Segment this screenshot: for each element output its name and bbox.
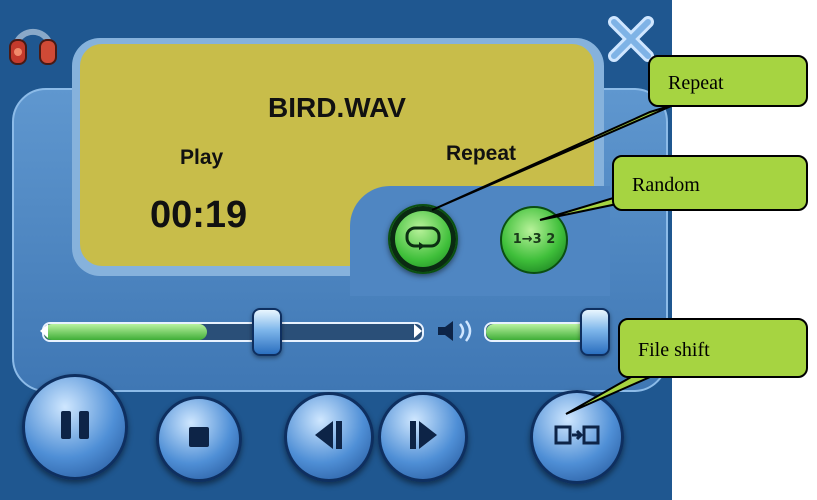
next-track-icon (405, 417, 441, 457)
pause-button[interactable] (22, 374, 128, 480)
seek-knob[interactable] (252, 308, 282, 356)
media-player-window: BIRD.WAV Play Repeat 00:19 1→3 2 (0, 0, 672, 500)
track-filename: BIRD.WAV (268, 92, 406, 123)
next-button[interactable] (378, 392, 468, 482)
play-mode-label: Repeat (446, 142, 517, 165)
repeat-button[interactable] (388, 204, 458, 274)
random-button[interactable]: 1→3 2 (500, 206, 568, 274)
speaker-icon (436, 318, 478, 348)
volume-fill (486, 324, 587, 340)
previous-track-icon (311, 417, 347, 457)
callout-random: Random (612, 155, 808, 211)
repeat-icon (403, 222, 443, 256)
seek-slider[interactable] (42, 322, 424, 342)
previous-button[interactable] (284, 392, 374, 482)
seek-fill (44, 324, 207, 340)
callout-repeat-text: Repeat (668, 72, 724, 94)
callout-repeat: Repeat (648, 55, 808, 107)
callout-file-shift: File shift (618, 318, 808, 378)
seek-left-arrow (40, 324, 48, 338)
pause-icon (55, 405, 95, 449)
stop-icon (186, 424, 212, 454)
elapsed-time: 00:19 (150, 194, 248, 236)
file-shift-icon (554, 423, 600, 451)
file-shift-button[interactable] (530, 390, 624, 484)
random-icon-text: 1→3 2 (512, 232, 556, 247)
volume-knob[interactable] (580, 308, 610, 356)
stop-button[interactable] (156, 396, 242, 482)
callout-file-shift-text: File shift (638, 339, 710, 361)
headphones-icon (6, 10, 60, 70)
seek-right-arrow (414, 324, 422, 338)
close-x-icon[interactable] (606, 14, 656, 64)
random-icon: 1→3 2 (513, 233, 556, 247)
callout-random-text: Random (632, 174, 700, 196)
play-status-label: Play (180, 146, 224, 169)
